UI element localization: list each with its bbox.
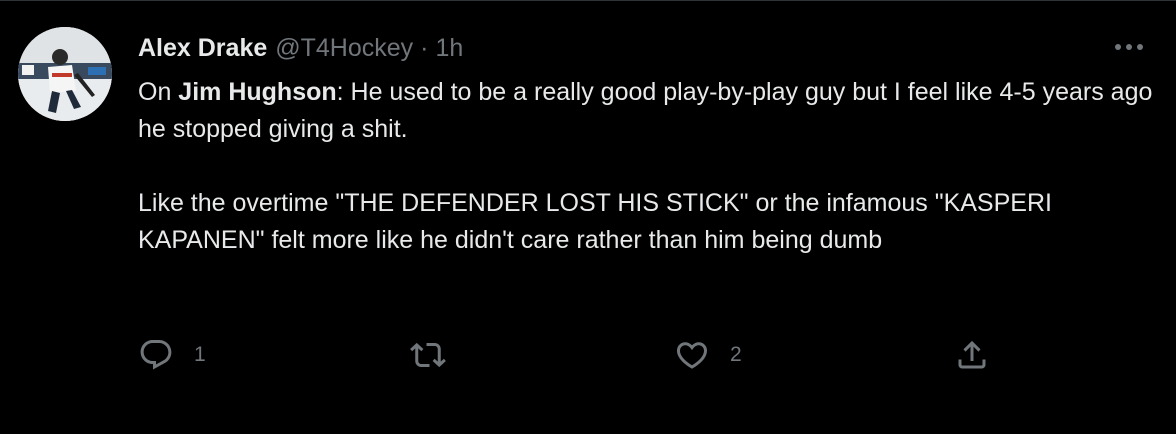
share-button[interactable]	[954, 333, 990, 377]
like-button[interactable]: 2	[674, 333, 742, 377]
author-handle[interactable]: @T4Hockey	[275, 31, 413, 65]
separator-dot: ·	[420, 34, 429, 62]
reply-count: 1	[194, 343, 206, 366]
action-bar: 1 2	[138, 333, 998, 377]
avatar-photo	[18, 27, 112, 121]
reply-button[interactable]: 1	[138, 333, 206, 377]
retweet-icon	[410, 342, 446, 368]
timestamp[interactable]: 1h	[436, 31, 464, 65]
author-name[interactable]: Alex Drake	[138, 31, 267, 65]
tweet-paragraph-1: On Jim Hughson: He used to be a really g…	[138, 74, 1153, 148]
reply-icon	[140, 340, 172, 370]
avatar[interactable]	[18, 27, 112, 121]
heart-icon	[676, 342, 708, 369]
mentioned-name: Jim Hughson	[178, 78, 337, 106]
tweet-text: On Jim Hughson: He used to be a really g…	[138, 74, 1153, 259]
tweet-text-prefix: On	[138, 78, 179, 106]
like-count: 2	[730, 343, 742, 366]
tweet-header: Alex Drake @T4Hockey · 1h	[138, 31, 463, 65]
retweet-button[interactable]	[410, 333, 466, 377]
more-options-button[interactable]	[1112, 33, 1146, 61]
tweet-paragraph-2: Like the overtime "THE DEFENDER LOST HIS…	[138, 189, 1052, 254]
share-icon	[958, 340, 986, 369]
more-icon	[1115, 44, 1143, 50]
tweet-card[interactable]: Alex Drake @T4Hockey · 1h On Jim Hughson…	[0, 0, 1176, 434]
